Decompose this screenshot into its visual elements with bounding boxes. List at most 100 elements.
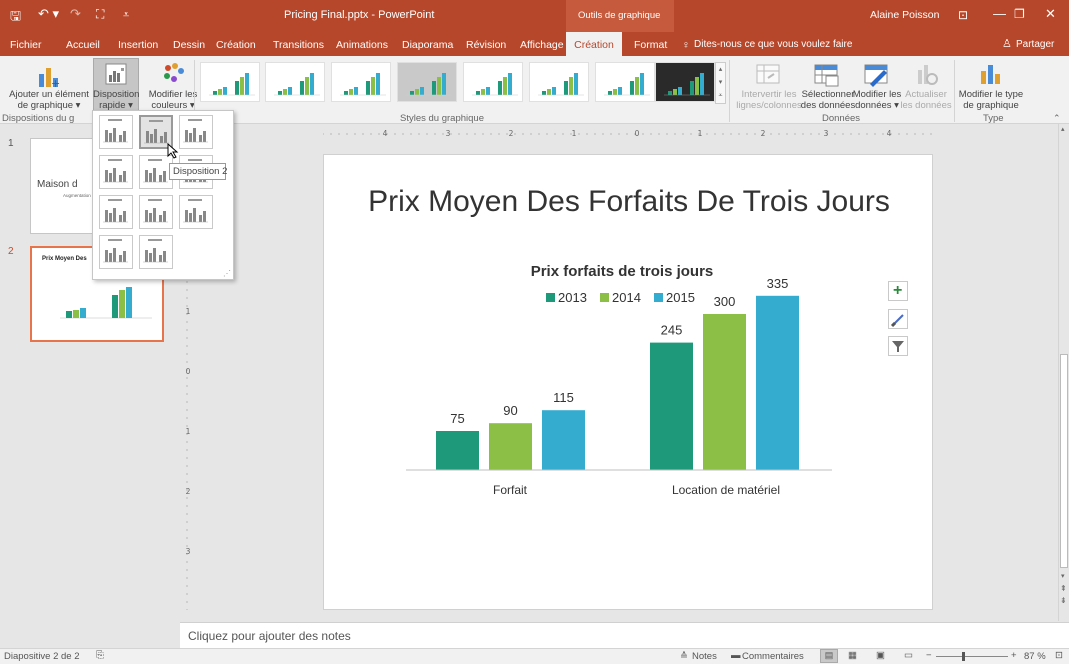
scroll-up-icon[interactable]: ▴: [1061, 125, 1065, 133]
redo-icon[interactable]: ↷: [70, 6, 81, 22]
save-icon[interactable]: 🖫: [10, 7, 21, 29]
zoom-level[interactable]: 87 %: [1024, 651, 1046, 662]
chart-styles-button[interactable]: [888, 309, 908, 329]
layout-option-4[interactable]: [99, 155, 133, 189]
present-icon[interactable]: ⛶: [96, 7, 104, 22]
scroll-thumb[interactable]: [1060, 354, 1068, 568]
zoom-slider[interactable]: [936, 656, 1008, 657]
comments-button[interactable]: Commentaires: [742, 651, 804, 662]
sorter-view-icon[interactable]: ▦: [848, 650, 857, 661]
tab-revision[interactable]: Révision: [466, 39, 506, 51]
tab-dessin[interactable]: Dessin: [173, 39, 205, 51]
prev-slide-icon[interactable]: ⇞: [1060, 584, 1067, 593]
column-chart[interactable]: Prix forfaits de trois jours 2013 2014 201…: [324, 155, 934, 611]
chart-style-2[interactable]: [265, 62, 325, 102]
chart-style-1[interactable]: [200, 62, 260, 102]
data-label-2015-0: 115: [553, 390, 574, 405]
tellme-icon[interactable]: ♀: [682, 39, 690, 51]
normal-view-icon[interactable]: ▤: [820, 649, 838, 663]
chart-style-7[interactable]: [595, 62, 655, 102]
tab-chart-design[interactable]: Création: [566, 32, 622, 56]
data-label-2015-1: 335: [767, 276, 789, 291]
user-name[interactable]: Alaine Poisson: [870, 9, 939, 21]
zoom-slider-thumb[interactable]: [962, 652, 965, 661]
chart-style-6[interactable]: [529, 62, 589, 102]
window-title: Pricing Final.pptx - PowerPoint: [284, 9, 435, 21]
tab-insertion[interactable]: Insertion: [118, 39, 158, 51]
group-label-type: Type: [983, 113, 1004, 124]
tab-transitions[interactable]: Transitions: [273, 39, 324, 51]
layout-preview-icon: [103, 239, 128, 263]
layout-option-9[interactable]: [179, 195, 213, 229]
switch-row-column-icon[interactable]: [756, 62, 780, 86]
layout-option-5[interactable]: [139, 155, 173, 189]
slideshow-view-icon[interactable]: ▭: [904, 650, 913, 661]
fit-slide-icon[interactable]: ⊡: [1055, 650, 1063, 661]
tab-accueil[interactable]: Accueil: [66, 39, 100, 51]
notes-toggle-icon[interactable]: ≙: [680, 651, 688, 662]
select-data-icon[interactable]: [814, 62, 840, 88]
filter-icon: [892, 341, 904, 352]
layout-option-7[interactable]: [99, 195, 133, 229]
chart-style-preview: [340, 73, 386, 96]
legend-label-2013: 2013: [558, 290, 587, 305]
edit-data-button[interactable]: Modifier les données ▾: [852, 89, 902, 111]
notes-pane[interactable]: Cliquez pour ajouter des notes: [180, 622, 1069, 648]
chart-style-5[interactable]: [463, 62, 523, 102]
layout-option-10[interactable]: [99, 235, 133, 269]
gallery-scroll[interactable]: ▴ ▾ ⩡: [715, 62, 726, 104]
qat-customize-icon[interactable]: ⩡: [123, 9, 129, 22]
tab-diaporama[interactable]: Diaporama: [402, 39, 453, 51]
tab-creation[interactable]: Création: [216, 39, 256, 51]
context-header-label: Outils de graphique: [578, 10, 661, 21]
add-chart-element-icon[interactable]: +: [36, 64, 60, 88]
ruler-label: 1: [572, 129, 577, 138]
spelling-icon[interactable]: ⎘: [96, 650, 104, 661]
refresh-data-icon[interactable]: [915, 62, 939, 86]
category-label-forfait: Forfait: [493, 483, 528, 497]
change-chart-type-icon[interactable]: [978, 62, 1002, 86]
vertical-scrollbar[interactable]: ▴ ▾ ⇞ ⇟: [1058, 124, 1069, 621]
next-slide-icon[interactable]: ⇟: [1060, 596, 1067, 605]
refresh-data-button[interactable]: Actualiser les données: [900, 89, 952, 111]
add-chart-element-button[interactable]: Ajouter un élément de graphique ▾: [2, 89, 96, 111]
change-colors-icon[interactable]: [162, 62, 186, 86]
close-icon[interactable]: ✕: [1045, 6, 1056, 22]
zoom-out-icon[interactable]: −: [926, 650, 932, 661]
chart-style-8[interactable]: [655, 62, 715, 102]
layout-option-1[interactable]: [99, 115, 133, 149]
ribbon-display-icon[interactable]: ⊡: [958, 8, 968, 22]
zoom-in-icon[interactable]: +: [1011, 650, 1017, 661]
chart-style-3[interactable]: [331, 62, 391, 102]
chart-style-4[interactable]: [397, 62, 457, 102]
notes-toggle-button[interactable]: Notes: [692, 651, 717, 662]
resize-grip-icon[interactable]: ⋰: [223, 269, 231, 278]
tab-affichage[interactable]: Affichage: [520, 39, 564, 51]
layout-option-3[interactable]: [179, 115, 213, 149]
undo-icon[interactable]: ↶ ▾: [38, 6, 59, 22]
slide-canvas[interactable]: Prix Moyen Des Forfaits De Trois Jours P…: [323, 154, 933, 610]
chart-elements-button[interactable]: +: [888, 281, 908, 301]
tab-fichier[interactable]: Fichier: [10, 39, 42, 51]
slide-counter: Diapositive 2 de 2: [4, 651, 80, 662]
edit-data-icon[interactable]: [864, 62, 890, 88]
minimize-icon[interactable]: —: [993, 6, 1006, 21]
select-data-button[interactable]: Sélectionner des données: [800, 89, 856, 111]
reading-view-icon[interactable]: ▣: [876, 650, 885, 661]
tellme-box[interactable]: Dites-nous ce que vous voulez faire: [694, 39, 852, 50]
share-icon[interactable]: ♙: [1002, 37, 1012, 50]
thumb-number-1: 1: [8, 138, 14, 149]
scroll-down-icon[interactable]: ▾: [1061, 572, 1065, 580]
collapse-ribbon-icon[interactable]: ⌃: [1053, 113, 1061, 124]
switch-row-column-button[interactable]: Intervertir les lignes/colonnes: [734, 89, 804, 111]
comments-icon[interactable]: ▬: [731, 650, 741, 661]
layout-option-11[interactable]: [139, 235, 173, 269]
tab-animations[interactable]: Animations: [336, 39, 388, 51]
layout-option-8[interactable]: [139, 195, 173, 229]
chart-filters-button[interactable]: [888, 336, 908, 356]
chart-style-preview: [538, 73, 584, 96]
restore-icon[interactable]: ❐: [1014, 7, 1025, 21]
change-chart-type-button[interactable]: Modifier le type de graphique: [956, 89, 1026, 111]
share-button[interactable]: Partager: [1016, 39, 1054, 50]
tab-format[interactable]: Format: [634, 39, 667, 51]
